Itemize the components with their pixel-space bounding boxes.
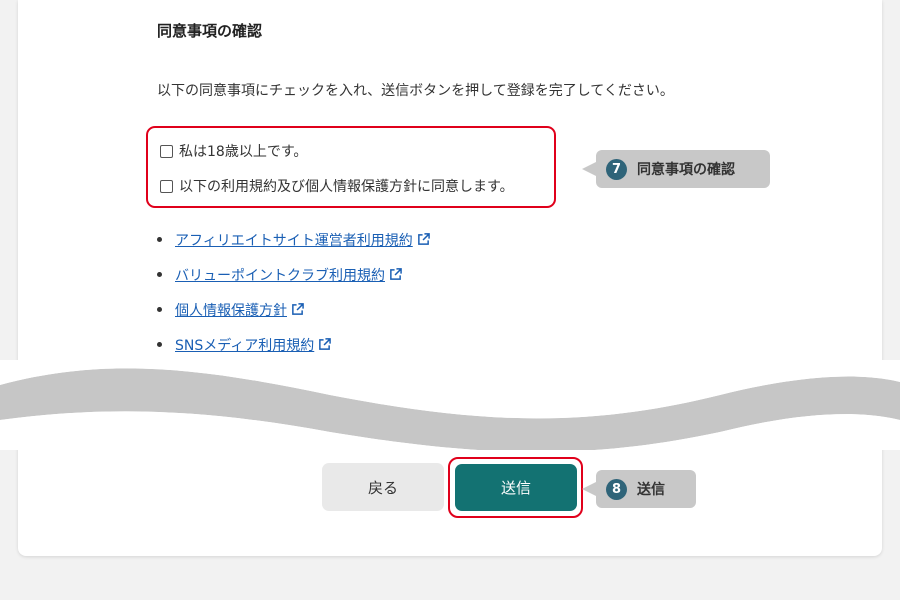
section-title: 同意事項の確認 bbox=[157, 22, 263, 40]
age-consent-label: 私は18歳以上です。 bbox=[179, 144, 308, 160]
bullet-icon bbox=[157, 237, 162, 242]
step-number-badge: 7 bbox=[606, 158, 627, 180]
back-button[interactable]: 戻る bbox=[322, 463, 444, 511]
step-number-badge: 8 bbox=[606, 478, 627, 500]
external-link-icon[interactable] bbox=[318, 338, 332, 351]
form-card: 同意事項の確認 以下の同意事項にチェックを入れ、送信ボタンを押して登録を完了して… bbox=[18, 0, 882, 556]
terms-checkbox[interactable] bbox=[160, 179, 173, 193]
list-item: バリューポイントクラブ利用規約 bbox=[157, 257, 430, 292]
callout-label: 同意事項の確認 bbox=[637, 162, 735, 178]
instruction-text: 以下の同意事項にチェックを入れ、送信ボタンを押して登録を完了してください。 bbox=[157, 83, 674, 99]
submit-button[interactable]: 送信 bbox=[455, 464, 577, 511]
consent-terms-row[interactable]: 以下の利用規約及び個人情報保護方針に同意します。 bbox=[160, 176, 514, 196]
age-checkbox[interactable] bbox=[160, 144, 173, 158]
sns-media-terms-link[interactable]: SNSメディア利用規約 bbox=[175, 335, 314, 355]
external-link-icon[interactable] bbox=[291, 303, 304, 316]
privacy-policy-link[interactable]: 個人情報保護方針 bbox=[175, 300, 287, 320]
bullet-icon bbox=[157, 272, 162, 277]
callout-consent: 7 同意事項の確認 bbox=[582, 150, 770, 188]
page-break-wave bbox=[0, 360, 900, 450]
bullet-icon bbox=[157, 342, 162, 347]
external-link-icon[interactable] bbox=[417, 233, 430, 246]
list-item: アフィリエイトサイト運営者利用規約 bbox=[157, 222, 430, 257]
callout-label: 送信 bbox=[637, 482, 665, 498]
bullet-icon bbox=[157, 307, 162, 312]
affiliate-terms-link[interactable]: アフィリエイトサイト運営者利用規約 bbox=[175, 230, 413, 250]
list-item: SNSメディア利用規約 bbox=[157, 327, 430, 362]
external-link-icon[interactable] bbox=[389, 268, 402, 281]
consent-age-row[interactable]: 私は18歳以上です。 bbox=[160, 141, 307, 161]
value-point-club-terms-link[interactable]: バリューポイントクラブ利用規約 bbox=[175, 265, 385, 285]
terms-consent-label: 以下の利用規約及び個人情報保護方針に同意します。 bbox=[179, 179, 514, 195]
consent-highlight-box: 私は18歳以上です。 以下の利用規約及び個人情報保護方針に同意します。 bbox=[146, 126, 556, 208]
terms-link-list: アフィリエイトサイト運営者利用規約 バリューポイントクラブ利用規約 個人情報保護… bbox=[157, 222, 430, 362]
callout-submit: 8 送信 bbox=[582, 470, 696, 508]
list-item: 個人情報保護方針 bbox=[157, 292, 430, 327]
